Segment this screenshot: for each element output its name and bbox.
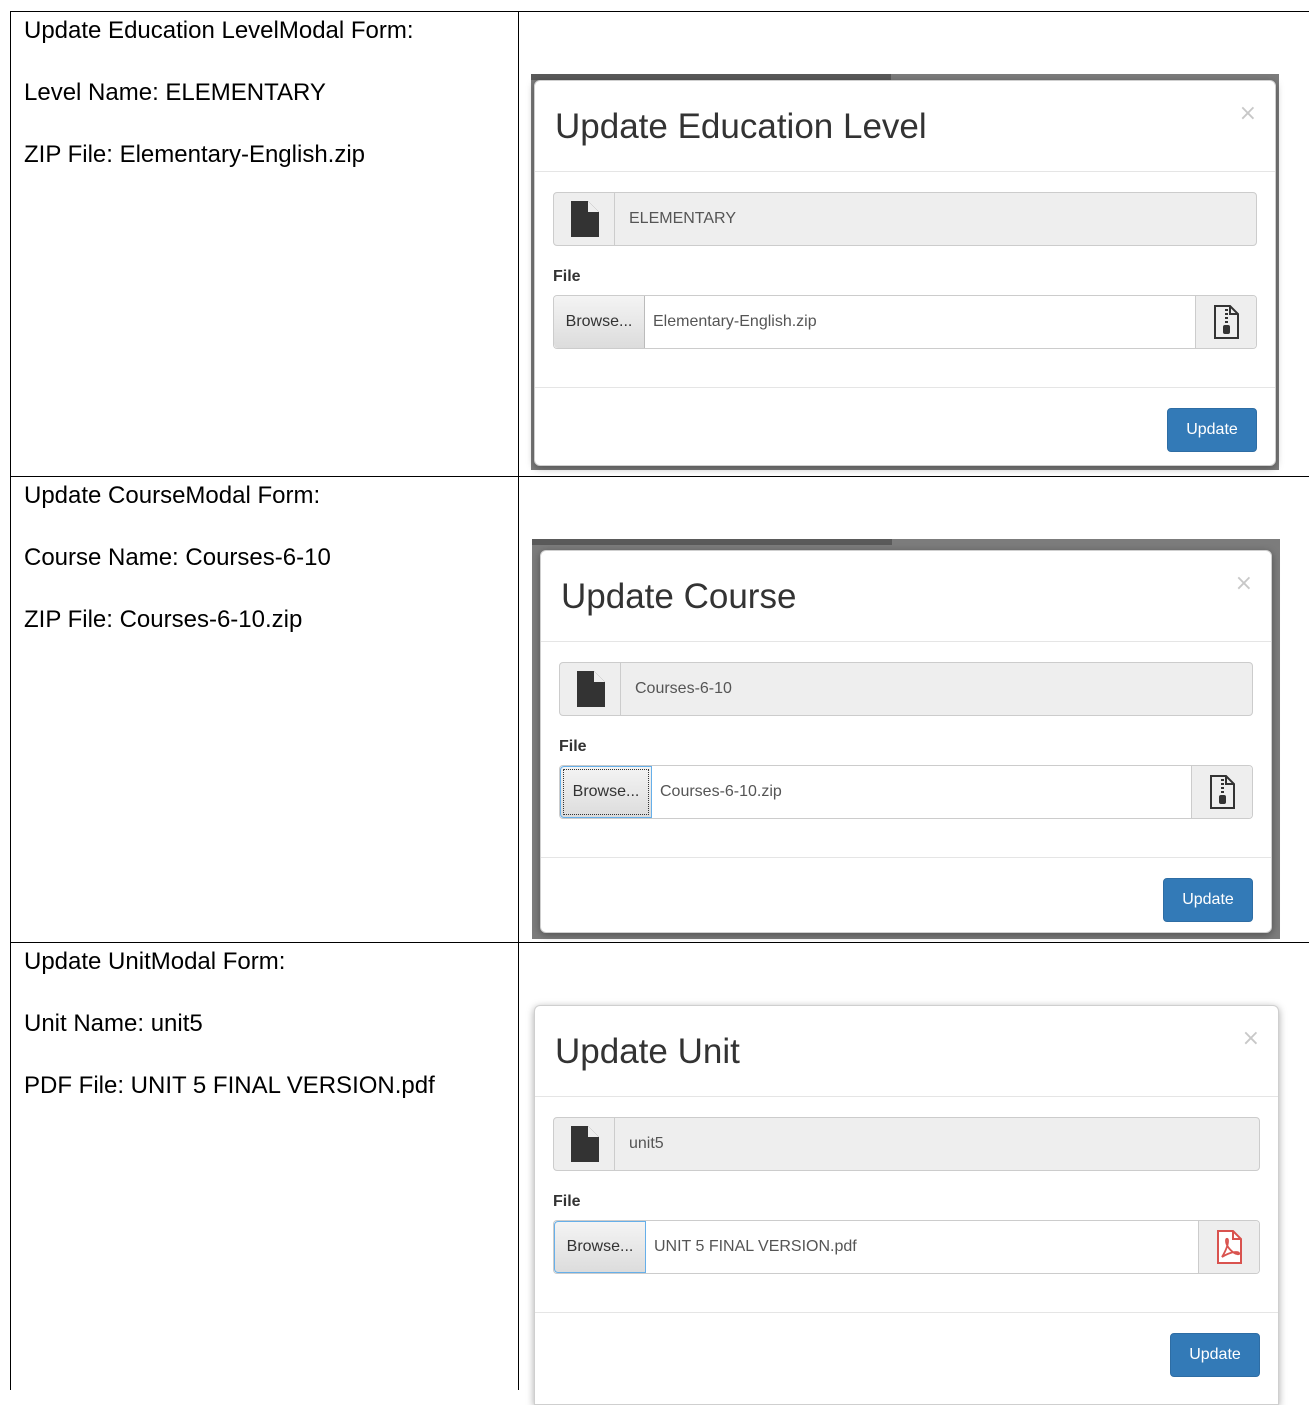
name-field[interactable]: Courses-6-10 <box>559 662 1253 716</box>
file-input-group: Browse... Courses-6-10.zip <box>559 765 1253 819</box>
description-cell: Update UnitModal Form: Unit Name: unit5 … <box>11 943 519 1391</box>
name-line: Course Name: Courses-6-10 <box>24 543 518 573</box>
form-heading: Update CourseModal Form: <box>24 481 518 511</box>
file-line: ZIP File: Elementary-English.zip <box>24 140 518 170</box>
description-cell: Update Education LevelModal Form: Level … <box>11 12 519 477</box>
update-modal: Update Course × Courses-6-10 File Browse <box>540 550 1272 933</box>
update-button[interactable]: Update <box>1167 408 1257 452</box>
name-field[interactable]: unit5 <box>553 1117 1260 1171</box>
browse-button[interactable]: Browse... <box>560 766 652 818</box>
file-name-field[interactable]: Elementary-English.zip <box>645 296 1195 348</box>
file-label: File <box>559 738 1253 756</box>
name-value: Courses-6-10 <box>621 663 732 715</box>
modal-body: Courses-6-10 File Browse... Courses-6-10… <box>541 642 1271 858</box>
file-icon <box>554 1118 615 1170</box>
file-icon <box>560 663 621 715</box>
file-label: File <box>553 1193 1260 1211</box>
modal-title: Update Unit <box>555 1032 740 1072</box>
file-name-field[interactable]: Courses-6-10.zip <box>652 766 1191 818</box>
screenshot-cell: Update Course × Courses-6-10 File Browse <box>519 477 1309 943</box>
document-table: Update Education LevelModal Form: Level … <box>10 11 1309 1390</box>
update-modal: Update Education Level × ELEMENTARY File <box>534 80 1276 466</box>
file-input-group: Browse... UNIT 5 FINAL VERSION.pdf <box>553 1220 1260 1274</box>
zip-file-icon <box>1191 766 1252 818</box>
modal-footer: Update <box>535 1313 1278 1393</box>
browse-button[interactable]: Browse... <box>554 1221 646 1273</box>
file-line: PDF File: UNIT 5 FINAL VERSION.pdf <box>24 1071 518 1101</box>
modal-header: Update Unit × <box>535 1006 1278 1097</box>
modal-footer: Update <box>541 858 1271 938</box>
zip-file-icon <box>1195 296 1256 348</box>
modal-header: Update Education Level × <box>535 81 1275 172</box>
modal-footer: Update <box>535 388 1275 468</box>
close-icon[interactable]: × <box>1235 571 1253 596</box>
modal-title: Update Course <box>561 577 796 617</box>
screenshot-cell: Update Unit × unit5 File Browse... <box>519 943 1309 1391</box>
name-line: Level Name: ELEMENTARY <box>24 78 518 108</box>
name-value: unit5 <box>615 1118 664 1170</box>
name-value: ELEMENTARY <box>615 193 736 245</box>
modal-body: unit5 File Browse... UNIT 5 FINAL VERSIO… <box>535 1097 1278 1313</box>
description-cell: Update CourseModal Form: Course Name: Co… <box>11 477 519 943</box>
pdf-file-icon <box>1198 1221 1259 1273</box>
update-button[interactable]: Update <box>1163 878 1253 922</box>
modal-screenshot: Update Course × Courses-6-10 File Browse <box>532 539 1280 939</box>
file-label: File <box>553 268 1257 286</box>
browse-button[interactable]: Browse... <box>554 296 645 348</box>
screenshot-cell: Update Education Level × ELEMENTARY File <box>519 12 1309 477</box>
form-heading: Update UnitModal Form: <box>24 947 518 977</box>
close-icon[interactable]: × <box>1242 1026 1260 1051</box>
form-heading: Update Education LevelModal Form: <box>24 16 518 46</box>
table-row: Update CourseModal Form: Course Name: Co… <box>11 477 1309 943</box>
modal-title: Update Education Level <box>555 107 927 147</box>
table-row: Update Education LevelModal Form: Level … <box>11 12 1309 477</box>
update-button[interactable]: Update <box>1170 1333 1260 1377</box>
modal-header: Update Course × <box>541 551 1271 642</box>
modal-screenshot: Update Education Level × ELEMENTARY File <box>531 74 1279 470</box>
file-icon <box>554 193 615 245</box>
file-name-field[interactable]: UNIT 5 FINAL VERSION.pdf <box>646 1221 1198 1273</box>
name-field[interactable]: ELEMENTARY <box>553 192 1257 246</box>
modal-body: ELEMENTARY File Browse... Elementary-Eng… <box>535 172 1275 388</box>
name-line: Unit Name: unit5 <box>24 1009 518 1039</box>
file-input-group: Browse... Elementary-English.zip <box>553 295 1257 349</box>
close-icon[interactable]: × <box>1239 101 1257 126</box>
table-row: Update UnitModal Form: Unit Name: unit5 … <box>11 943 1309 1391</box>
update-modal: Update Unit × unit5 File Browse... <box>534 1005 1279 1405</box>
modal-screenshot: Update Unit × unit5 File Browse... <box>531 1005 1279 1395</box>
file-line: ZIP File: Courses-6-10.zip <box>24 605 518 635</box>
